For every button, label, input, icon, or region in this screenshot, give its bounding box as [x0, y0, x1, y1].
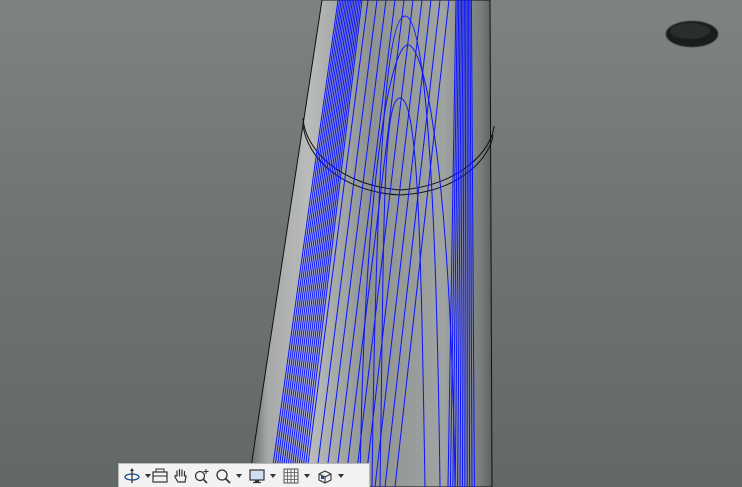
- orbit-button[interactable]: [123, 466, 141, 486]
- model-canvas[interactable]: [0, 0, 742, 487]
- display-settings-dropdown[interactable]: [269, 466, 276, 486]
- display-settings-icon: [249, 468, 265, 483]
- grid-icon: [283, 468, 299, 483]
- look-at-button[interactable]: [151, 466, 169, 486]
- orbit-dropdown[interactable]: [144, 466, 151, 486]
- chevron-down-icon: [337, 473, 344, 478]
- 3d-viewport[interactable]: [0, 0, 742, 487]
- multiple-views-dropdown[interactable]: [337, 466, 344, 486]
- viewcube-icon: [318, 469, 332, 484]
- grid-dropdown[interactable]: [303, 466, 310, 486]
- chevron-down-icon: [235, 473, 242, 478]
- orbit-icon: [124, 467, 140, 483]
- chevron-down-icon: [269, 473, 276, 478]
- zoom-window-icon: [216, 468, 231, 484]
- multiple-views-button[interactable]: [316, 466, 334, 486]
- look-at-icon: [152, 468, 168, 483]
- display-settings-button[interactable]: [248, 466, 266, 486]
- chevron-down-icon: [144, 473, 151, 478]
- zoom-button[interactable]: [193, 466, 211, 486]
- navigation-toolbar: [118, 463, 370, 487]
- zoom-window-button[interactable]: [214, 466, 232, 486]
- pan-button[interactable]: [172, 466, 190, 486]
- zoom-icon: [194, 468, 209, 484]
- hole-highlight: [670, 23, 710, 39]
- grid-button[interactable]: [282, 466, 300, 486]
- chevron-down-icon: [303, 473, 310, 478]
- pan-hand-icon: [174, 468, 187, 483]
- zoom-window-dropdown[interactable]: [235, 466, 242, 486]
